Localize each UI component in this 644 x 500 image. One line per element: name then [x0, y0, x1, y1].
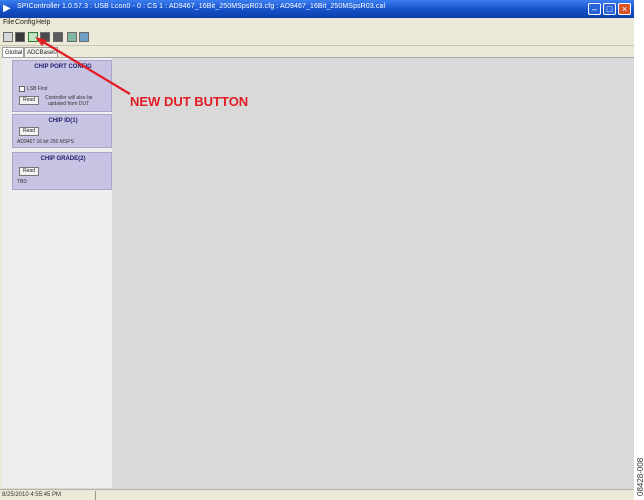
annotation-label: NEW DUT BUTTON [130, 94, 249, 109]
figure-code: 08428-008 [636, 457, 644, 496]
annotation-arrow [35, 37, 131, 95]
